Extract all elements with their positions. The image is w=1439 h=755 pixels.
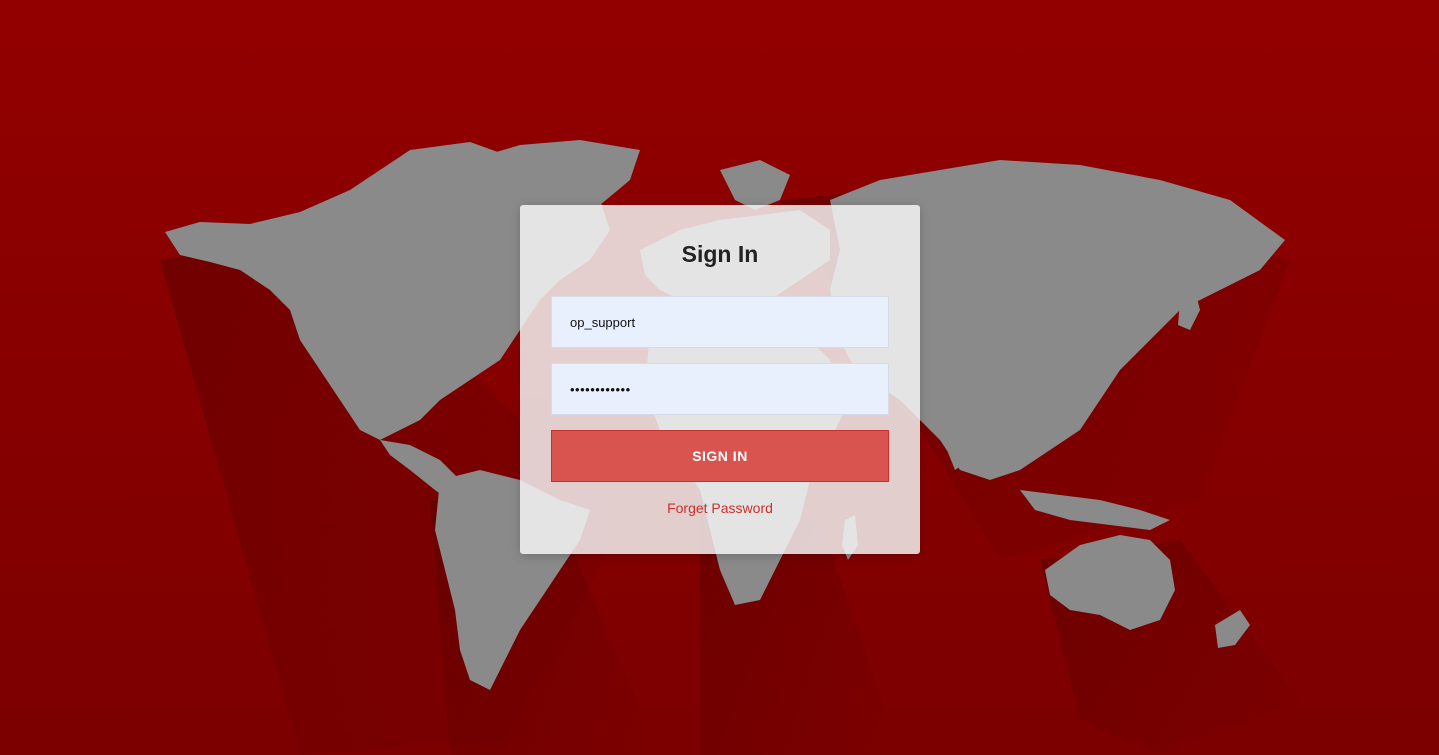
password-input[interactable] <box>551 363 889 415</box>
scandinavia <box>720 160 790 210</box>
forget-password-link[interactable]: Forget Password <box>520 500 920 516</box>
username-input[interactable] <box>551 296 889 348</box>
sign-in-button[interactable]: SIGN IN <box>551 430 889 482</box>
login-card: Sign In SIGN IN Forget Password <box>520 205 920 554</box>
sign-in-title: Sign In <box>681 241 759 267</box>
